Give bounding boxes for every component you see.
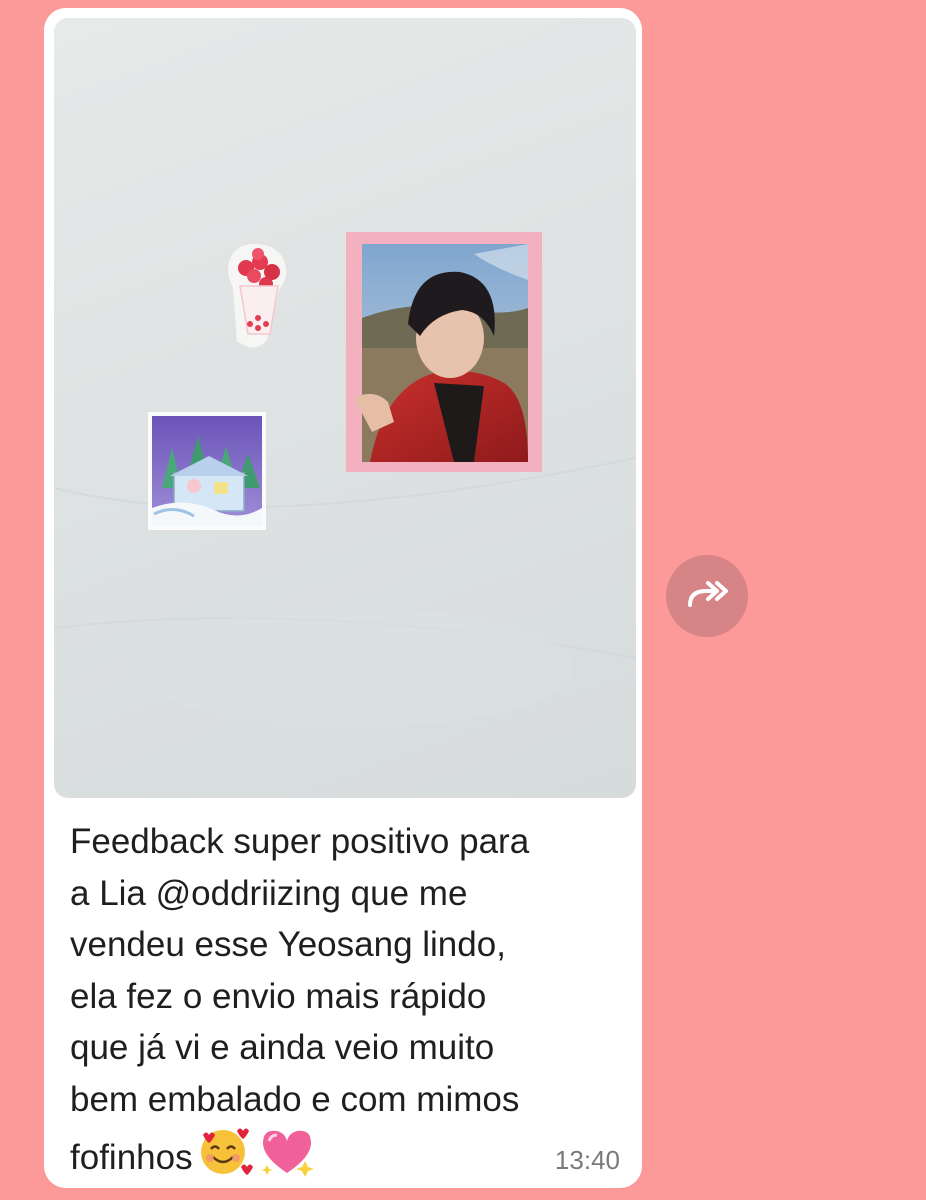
- emoji-icons: [200, 1128, 314, 1177]
- emoji-group: [197, 1125, 315, 1192]
- winter-sticker: [148, 412, 266, 530]
- sparkling-heart-icon: [260, 1130, 314, 1177]
- message-photo[interactable]: [54, 18, 636, 798]
- forward-button[interactable]: [666, 555, 748, 637]
- smiling-face-with-hearts-icon: [200, 1128, 253, 1175]
- strawberry-sticker: [226, 241, 289, 350]
- forward-icon: [684, 579, 730, 614]
- message-caption: Feedback super positivo para a Lia @oddr…: [70, 822, 530, 1177]
- message-time: 13:40: [554, 1145, 620, 1175]
- photo-illustration: [54, 232, 636, 728]
- message-text: Feedback super positivo para a Lia @oddr…: [70, 816, 630, 1192]
- yeosang-photocard: [346, 232, 542, 472]
- message-bubble[interactable]: Feedback super positivo para a Lia @oddr…: [44, 8, 642, 1188]
